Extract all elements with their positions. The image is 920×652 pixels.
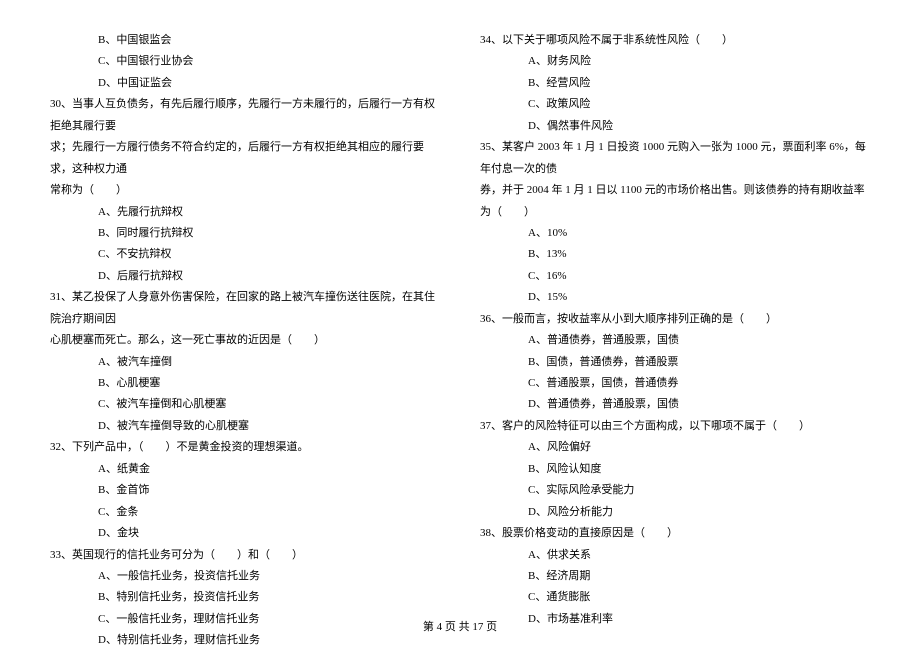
q36-option-c: C、普通股票，国债，普通债券 <box>480 373 870 394</box>
q37-option-a: A、风险偏好 <box>480 437 870 458</box>
q29-option-d: D、中国证监会 <box>50 73 440 94</box>
right-column: 34、以下关于哪项风险不属于非系统性风险（ ） A、财务风险 B、经营风险 C、… <box>480 30 870 652</box>
q30-stem-line3: 常称为（ ） <box>50 180 440 201</box>
q29-option-b: B、中国银监会 <box>50 30 440 51</box>
q36-option-a: A、普通债券，普通股票，国债 <box>480 330 870 351</box>
q30-option-c: C、不安抗辩权 <box>50 244 440 265</box>
q34-option-d: D、偶然事件风险 <box>480 116 870 137</box>
q34-stem-line1: 34、以下关于哪项风险不属于非系统性风险（ ） <box>480 30 870 51</box>
q31-option-a: A、被汽车撞倒 <box>50 352 440 373</box>
q35-option-b: B、13% <box>480 244 870 265</box>
q37-option-c: C、实际风险承受能力 <box>480 480 870 501</box>
q35-option-d: D、15% <box>480 287 870 308</box>
q34-option-c: C、政策风险 <box>480 94 870 115</box>
q30-stem-line2: 求；先履行一方履行债务不符合约定的，后履行一方有权拒绝其相应的履行要求，这种权力… <box>50 137 440 180</box>
q30-option-d: D、后履行抗辩权 <box>50 266 440 287</box>
q36-option-b: B、国债，普通债券，普通股票 <box>480 352 870 373</box>
q32-option-d: D、金块 <box>50 523 440 544</box>
q33-option-a: A、一般信托业务，投资信托业务 <box>50 566 440 587</box>
left-column: B、中国银监会 C、中国银行业协会 D、中国证监会 30、当事人互负债务，有先后… <box>50 30 440 652</box>
q30-option-b: B、同时履行抗辩权 <box>50 223 440 244</box>
document-content: B、中国银监会 C、中国银行业协会 D、中国证监会 30、当事人互负债务，有先后… <box>50 30 870 652</box>
q38-option-a: A、供求关系 <box>480 545 870 566</box>
q32-option-b: B、金首饰 <box>50 480 440 501</box>
q34-option-b: B、经营风险 <box>480 73 870 94</box>
q36-stem-line1: 36、一般而言，按收益率从小到大顺序排列正确的是（ ） <box>480 309 870 330</box>
q33-stem-line1: 33、英国现行的信托业务可分为（ ）和（ ） <box>50 545 440 566</box>
q35-stem-line2: 券，并于 2004 年 1 月 1 日以 1100 元的市场价格出售。则该债券的… <box>480 180 870 223</box>
q32-option-c: C、金条 <box>50 502 440 523</box>
q33-option-b: B、特别信托业务，投资信托业务 <box>50 587 440 608</box>
q30-option-a: A、先履行抗辩权 <box>50 202 440 223</box>
q32-option-a: A、纸黄金 <box>50 459 440 480</box>
q37-option-b: B、风险认知度 <box>480 459 870 480</box>
q36-option-d: D、普通债券，普通股票，国债 <box>480 394 870 415</box>
q35-option-a: A、10% <box>480 223 870 244</box>
q37-option-d: D、风险分析能力 <box>480 502 870 523</box>
q32-stem-line1: 32、下列产品中，（ ）不是黄金投资的理想渠道。 <box>50 437 440 458</box>
q35-option-c: C、16% <box>480 266 870 287</box>
q34-option-a: A、财务风险 <box>480 51 870 72</box>
q38-option-b: B、经济周期 <box>480 566 870 587</box>
q30-stem-line1: 30、当事人互负债务，有先后履行顺序，先履行一方未履行的，后履行一方有权拒绝其履… <box>50 94 440 137</box>
q37-stem-line1: 37、客户的风险特征可以由三个方面构成，以下哪项不属于（ ） <box>480 416 870 437</box>
q31-stem-line2: 心肌梗塞而死亡。那么，这一死亡事故的近因是（ ） <box>50 330 440 351</box>
q31-option-d: D、被汽车撞倒导致的心肌梗塞 <box>50 416 440 437</box>
q31-option-c: C、被汽车撞倒和心肌梗塞 <box>50 394 440 415</box>
q38-stem-line1: 38、股票价格变动的直接原因是（ ） <box>480 523 870 544</box>
q38-option-c: C、通货膨胀 <box>480 587 870 608</box>
page-footer: 第 4 页 共 17 页 <box>0 617 920 638</box>
q29-option-c: C、中国银行业协会 <box>50 51 440 72</box>
q31-stem-line1: 31、某乙投保了人身意外伤害保险，在回家的路上被汽车撞伤送往医院，在其住院治疗期… <box>50 287 440 330</box>
q35-stem-line1: 35、某客户 2003 年 1 月 1 日投资 1000 元购入一张为 1000… <box>480 137 870 180</box>
q31-option-b: B、心肌梗塞 <box>50 373 440 394</box>
